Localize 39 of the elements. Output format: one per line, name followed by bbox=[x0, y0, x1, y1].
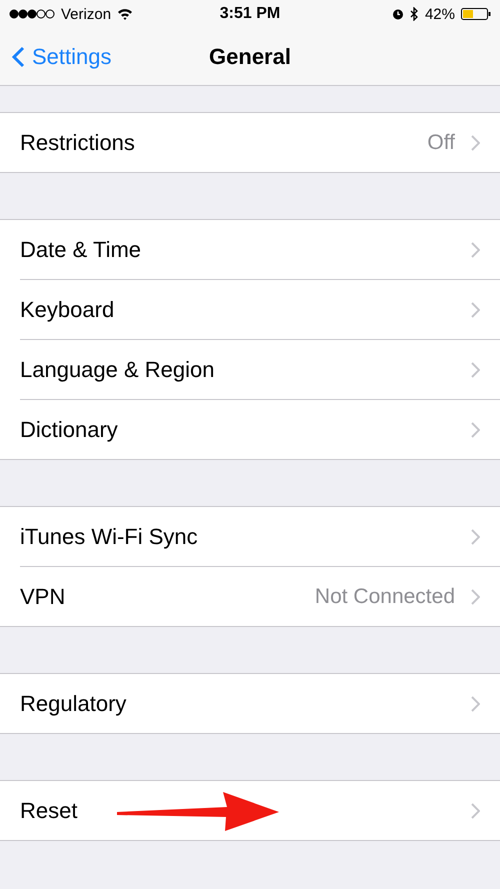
clock-time: 3:51 PM bbox=[220, 5, 280, 23]
settings-row[interactable]: Keyboard bbox=[20, 280, 500, 340]
settings-row[interactable]: Restrictions Off bbox=[20, 113, 500, 172]
chevron-right-icon bbox=[471, 696, 480, 712]
signal-icon bbox=[9, 9, 55, 19]
row-label: Language & Region bbox=[20, 356, 214, 382]
wifi-icon bbox=[117, 8, 134, 20]
alarm-icon bbox=[392, 8, 404, 20]
chevron-right-icon bbox=[471, 242, 480, 258]
row-label: Regulatory bbox=[20, 690, 126, 716]
chevron-right-icon bbox=[471, 422, 480, 438]
battery-icon bbox=[461, 8, 491, 20]
battery-percentage: 42% bbox=[424, 6, 455, 22]
settings-row[interactable]: Date & Time bbox=[20, 220, 500, 280]
chevron-right-icon bbox=[471, 802, 480, 818]
bluetooth-icon bbox=[410, 7, 419, 21]
row-value: Off bbox=[427, 130, 455, 154]
row-label: Restrictions bbox=[20, 130, 135, 156]
settings-row[interactable]: VPN Not Connected bbox=[20, 567, 500, 626]
carrier-name: Verizon bbox=[61, 6, 112, 22]
row-label: iTunes Wi-Fi Sync bbox=[20, 524, 198, 550]
settings-row[interactable]: Reset bbox=[20, 781, 500, 840]
row-label: VPN bbox=[20, 584, 66, 610]
chevron-right-icon bbox=[471, 588, 480, 604]
settings-row[interactable]: Regulatory bbox=[20, 674, 500, 733]
chevron-right-icon bbox=[471, 302, 480, 318]
chevron-right-icon bbox=[471, 134, 480, 150]
row-label: Date & Time bbox=[20, 236, 142, 262]
settings-row[interactable]: Language & Region bbox=[20, 340, 500, 400]
settings-row[interactable]: Dictionary bbox=[20, 400, 500, 459]
row-value: Not Connected bbox=[314, 584, 455, 608]
chevron-right-icon bbox=[471, 528, 480, 544]
row-label: Reset bbox=[20, 798, 78, 824]
row-label: Keyboard bbox=[20, 296, 114, 322]
chevron-left-icon bbox=[12, 46, 25, 68]
row-label: Dictionary bbox=[20, 416, 118, 442]
chevron-right-icon bbox=[471, 362, 480, 378]
settings-row[interactable]: iTunes Wi-Fi Sync bbox=[20, 507, 500, 567]
page-title: General bbox=[209, 44, 291, 70]
